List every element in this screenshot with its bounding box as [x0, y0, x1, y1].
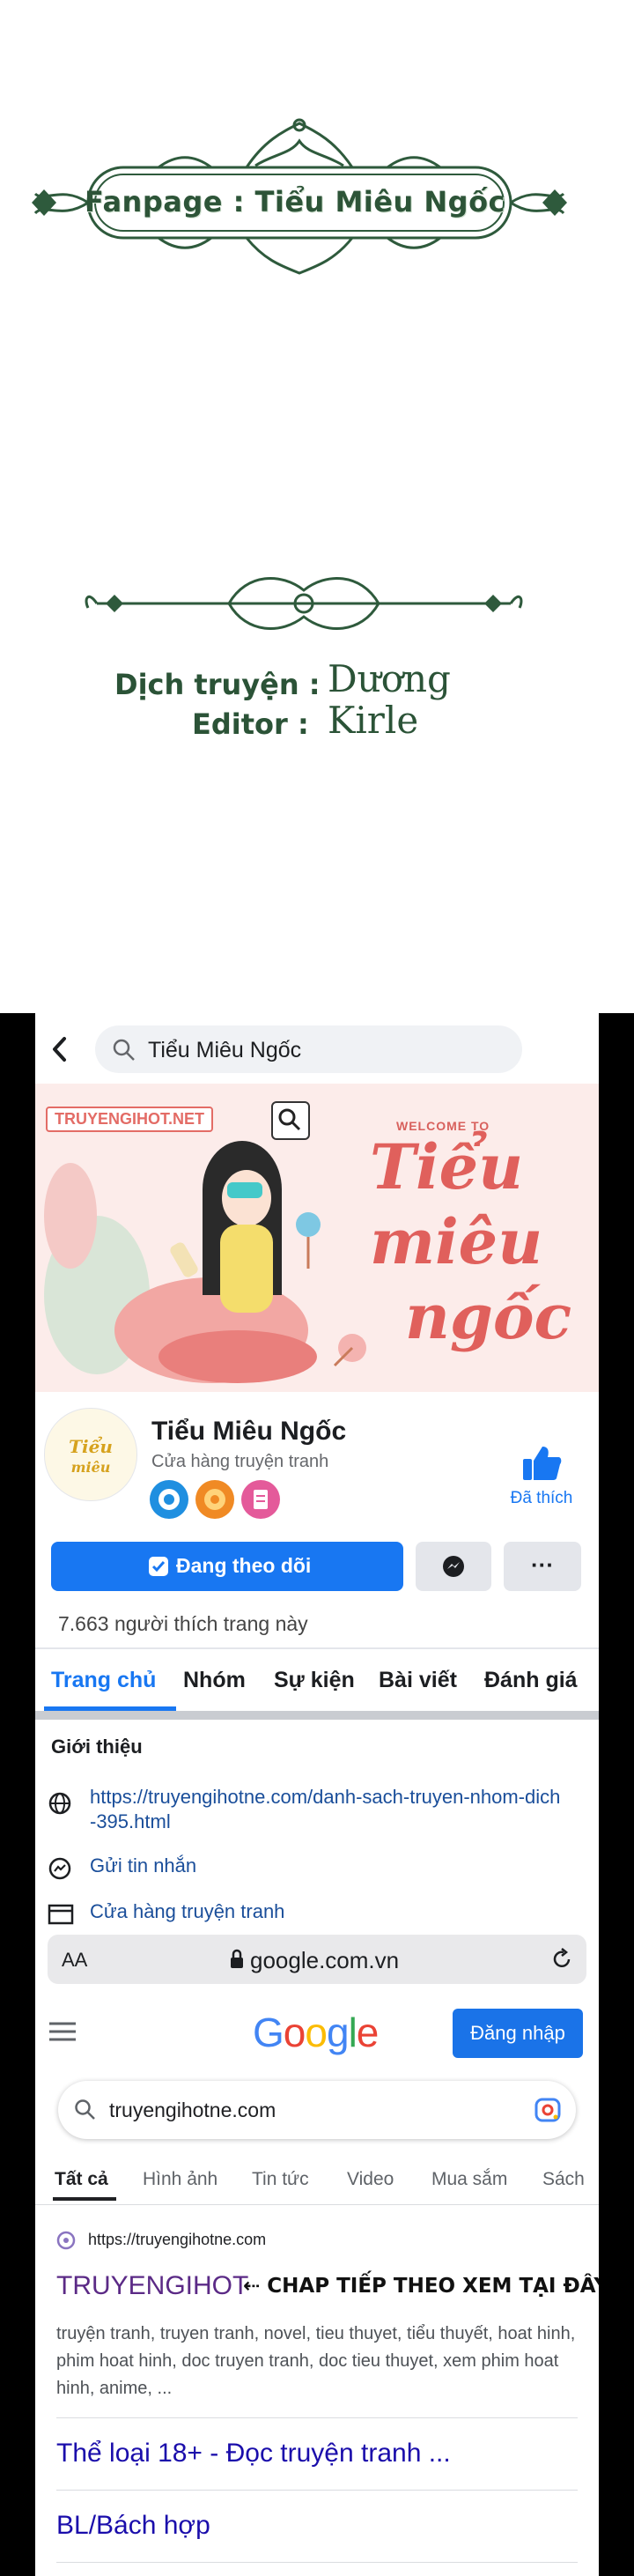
tab-posts[interactable]: Bài viết: [379, 1668, 457, 1693]
check-page-icon: [149, 1557, 168, 1576]
intro-heading: Giới thiệu: [51, 1736, 143, 1758]
badge-blue-icon: [150, 1480, 188, 1519]
facebook-search-header: Tiểu Miêu Ngốc: [35, 1013, 599, 1084]
website-link[interactable]: https://truyengihotne.com/danh-sach-truy…: [90, 1785, 565, 1834]
google-search-icon: [75, 2099, 95, 2120]
svg-text:Tiểu: Tiểu: [69, 1435, 113, 1457]
google-query: truyengihotne.com: [109, 2099, 276, 2121]
cover-title-3: ngốc: [405, 1280, 572, 1353]
site-favicon-icon: [56, 2231, 76, 2250]
gtab-shopping[interactable]: Mua sắm: [431, 2169, 507, 2190]
gtab-video[interactable]: Video: [347, 2169, 394, 2190]
following-label: Đang theo dõi: [176, 1554, 312, 1577]
liked-thumb-icon[interactable]: [521, 1443, 562, 1482]
address-text: google.com.vn: [250, 1947, 400, 1973]
browser-address-bar[interactable]: AA google.com.vn: [48, 1935, 586, 1984]
sitelink-bl[interactable]: BL/Bách hợp: [56, 2511, 210, 2541]
cover-title-2: miêu: [370, 1205, 543, 1278]
badge-orange-icon: [195, 1480, 234, 1519]
credits-panel: Fanpage : Tiểu Miêu Ngốc Dịch truyện : D…: [0, 0, 634, 1013]
gtab-all[interactable]: Tất cả: [55, 2169, 108, 2190]
following-button[interactable]: Đang theo dõi: [51, 1542, 403, 1591]
more-options-button[interactable]: ···: [504, 1542, 581, 1591]
translator-name: Dương: [328, 657, 451, 700]
cover-title-1: Tiểu: [370, 1130, 524, 1203]
google-logo: Google: [253, 2010, 379, 2055]
hamburger-menu-icon[interactable]: [49, 2021, 76, 2042]
messenger-icon: [443, 1556, 464, 1577]
cover-search-badge: [271, 1101, 310, 1140]
google-lens-icon[interactable]: [534, 2097, 562, 2123]
result-title[interactable]: TRUYENGIHOT: [56, 2271, 248, 2301]
facebook-search-field[interactable]: Tiểu Miêu Ngốc: [95, 1025, 522, 1073]
divider-ornament: [85, 577, 523, 630]
divider: [35, 1647, 599, 1649]
text-size-button[interactable]: AA: [62, 1949, 87, 1972]
page-category: Cửa hàng truyện tranh: [151, 1452, 329, 1471]
liked-label[interactable]: Đã thích: [493, 1489, 590, 1508]
badge-pink-icon: [241, 1480, 280, 1519]
result-url[interactable]: https://truyengihotne.com: [88, 2231, 266, 2249]
translator-label: Dịch truyện :: [114, 668, 321, 701]
avatar-logo: Tiểu miêu: [69, 1435, 113, 1476]
gtabs-divider: [35, 2204, 599, 2205]
shop-icon: [48, 1904, 74, 1925]
gtab-news[interactable]: Tin tức: [252, 2169, 309, 2190]
reload-icon[interactable]: [549, 1947, 574, 1972]
search-query: Tiểu Miêu Ngốc: [148, 1038, 302, 1062]
magnifier-icon: [278, 1108, 301, 1131]
page-name: Tiểu Miêu Ngốc: [151, 1417, 347, 1446]
result-snippet: truyện tranh, truyen tranh, novel, tieu …: [56, 2324, 576, 2398]
sitelink-divider: [56, 2562, 578, 2563]
back-arrow-icon[interactable]: [51, 1036, 69, 1062]
svg-text:miêu: miêu: [71, 1459, 111, 1476]
gtab-books[interactable]: Sách: [542, 2169, 585, 2190]
messenger-outline-icon: [48, 1857, 71, 1880]
sitelink-18plus[interactable]: Thể loại 18+ - Đọc truyện tranh ...: [56, 2439, 451, 2469]
cover-watermark: TRUYENGIHOT.NET: [46, 1107, 214, 1132]
globe-icon: [48, 1792, 71, 1815]
google-signin-button[interactable]: Đăng nhập: [453, 2009, 583, 2058]
fanpage-title: Fanpage : Tiểu Miêu Ngốc: [84, 185, 506, 218]
chapter-annotation: ⇠ CHAP TIẾP THEO XEM TẠI ĐÂY NHA: [243, 2275, 599, 2298]
tab-home[interactable]: Trang chủ: [51, 1668, 156, 1693]
lock-icon: [231, 1949, 243, 1968]
tab-events[interactable]: Sự kiện: [274, 1668, 355, 1693]
sitelink-divider: [56, 2490, 578, 2491]
editor-name: Kirle: [328, 699, 419, 742]
tabs-bottom-divider: [35, 1711, 599, 1720]
shop-category-link[interactable]: Cửa hàng truyện tranh: [90, 1900, 284, 1923]
google-search-box[interactable]: truyengihotne.com: [58, 2081, 576, 2139]
gtab-images[interactable]: Hình ảnh: [143, 2169, 217, 2190]
gtab-active-indicator: [53, 2197, 116, 2201]
tab-groups[interactable]: Nhóm: [183, 1668, 246, 1693]
search-icon: [113, 1039, 135, 1061]
send-message-link[interactable]: Gửi tin nhắn: [90, 1854, 196, 1877]
likes-count: 7.663 người thích trang này: [58, 1612, 308, 1635]
page-avatar[interactable]: Tiểu miêu: [44, 1408, 137, 1501]
tab-reviews[interactable]: Đánh giá: [484, 1668, 578, 1693]
sitelink-divider: [56, 2417, 578, 2418]
cover-photo[interactable]: TRUYENGIHOT.NET WELCOME TO Tiểu miêu ngố…: [35, 1084, 599, 1392]
phone-screen: Tiểu Miêu Ngốc TRUYENGIHOT.NET WELCOME T…: [35, 1013, 599, 2576]
editor-label: Editor :: [192, 707, 309, 741]
messenger-button[interactable]: [416, 1542, 491, 1591]
